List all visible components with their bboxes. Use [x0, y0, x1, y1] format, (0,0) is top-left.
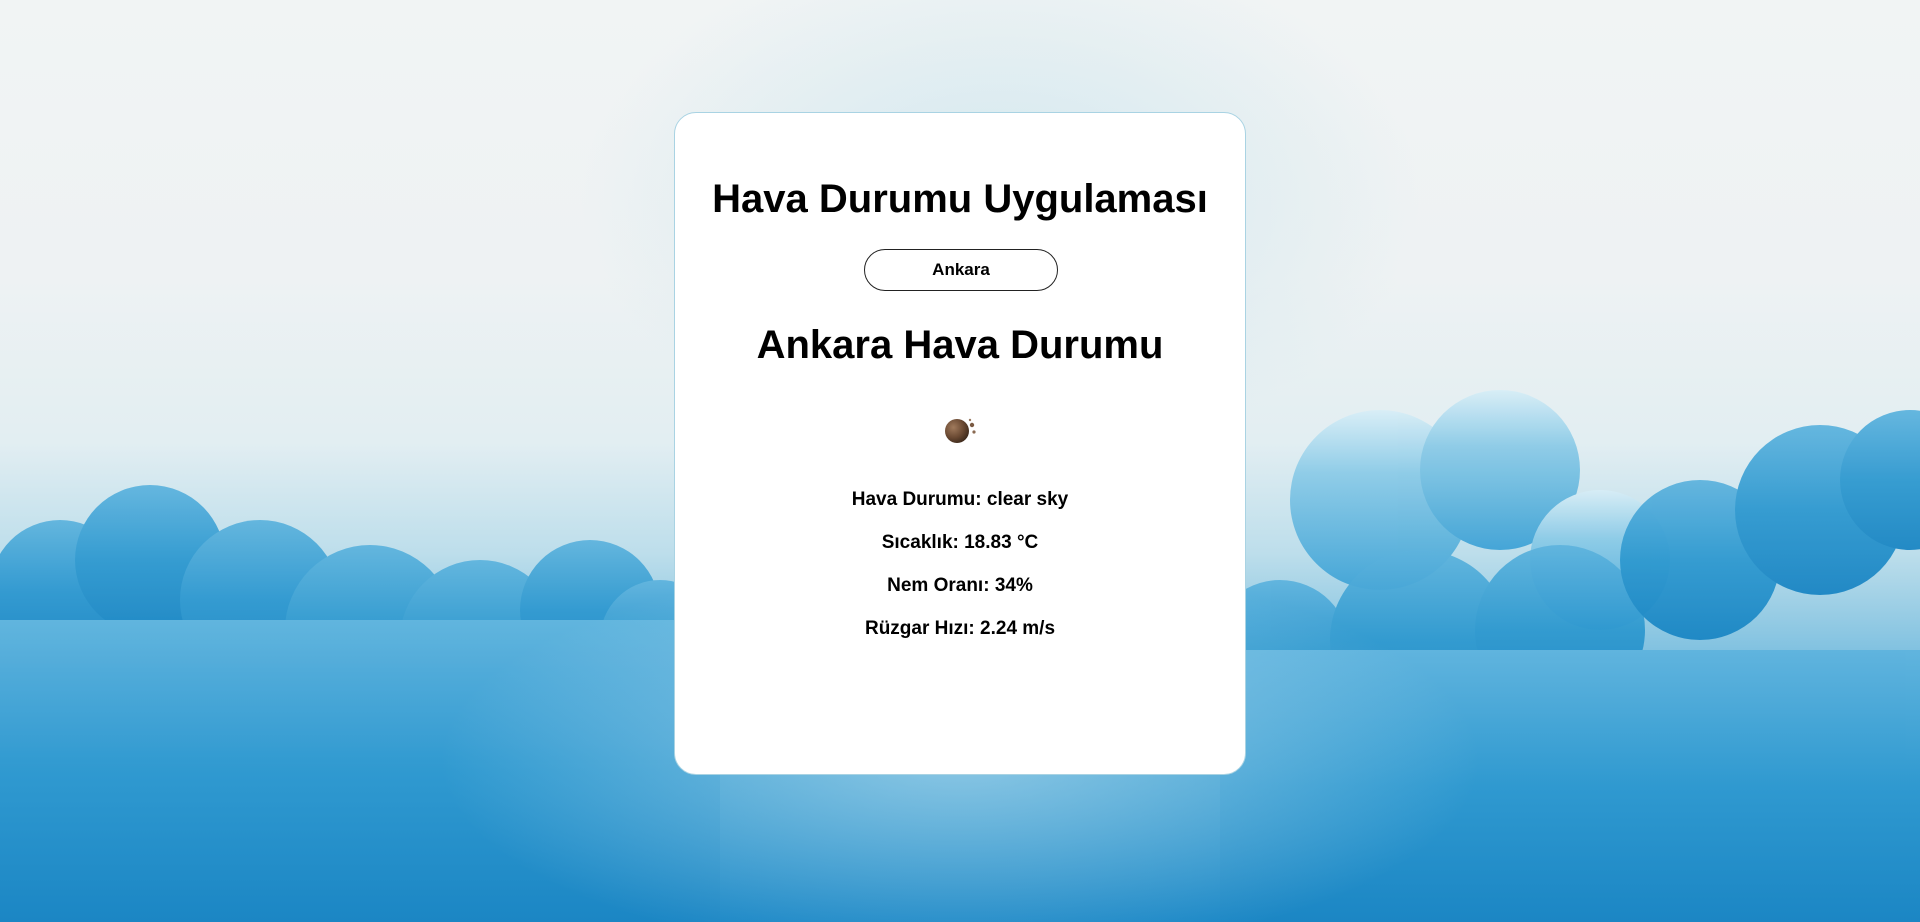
moon-clear-night-icon — [945, 418, 976, 443]
weather-heading: Ankara Hava Durumu — [756, 323, 1164, 367]
wind-speed-text: Rüzgar Hızı: 2.24 m/s — [864, 618, 1056, 639]
humidity-text: Nem Oranı: 34% — [887, 575, 1033, 596]
temperature-text: Sıcaklık: 18.83 °C — [881, 532, 1039, 553]
app-title: Hava Durumu Uygulaması — [712, 177, 1208, 221]
weather-card: Hava Durumu Uygulaması Ankara Ankara Hav… — [674, 112, 1246, 775]
city-search-button[interactable]: Ankara — [864, 249, 1058, 291]
weather-description: Hava Durumu: clear sky — [851, 489, 1069, 510]
